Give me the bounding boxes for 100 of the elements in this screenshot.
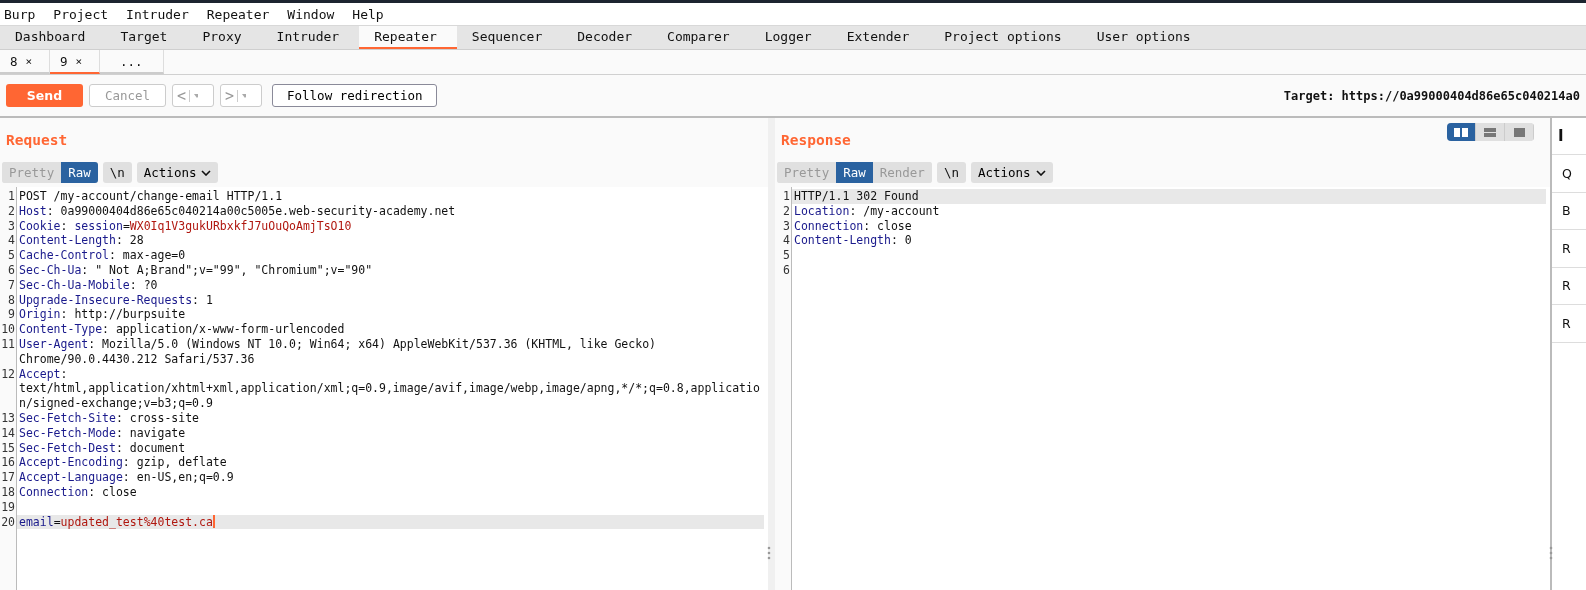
actions-button[interactable]: Actions [136,162,219,183]
line-number: 17 [0,470,16,485]
line-number: 4 [7,233,16,249]
code-line: Sec-Fetch-Dest: document [19,440,186,455]
line-number: 10 [0,322,16,337]
line-number: 5 [782,248,791,263]
line-number: 12 [0,366,16,382]
line-number: 8 [7,292,16,308]
tool-tab[interactable]: Intruder [261,26,360,49]
actions-button[interactable]: Actions [970,162,1053,183]
single-pane-icon [1513,127,1525,137]
code-line: Upgrade-Insecure-Requests: 1 [19,292,213,307]
tool-tab[interactable]: Proxy [187,26,262,49]
line-number: 2 [782,203,791,219]
code-line: Sec-Fetch-Site: cross-site [19,410,200,425]
code-line: Chrome/90.0.4430.212 Safari/537.36 [19,351,255,366]
code-line: Host: 0a99000404d86e65c040214a00c5005e.web-security-academy.net [19,203,456,218]
tool-tab[interactable]: Sequencer [456,26,563,49]
line-number: 19 [0,499,16,515]
target-label: Target: https://0a99000404d86e65c040214a0 [1283,88,1580,103]
code-line: POST /my-account/change-email HTTP/1.1 [19,189,283,203]
line-number: 7 [7,277,16,293]
line-number: 9 [7,307,16,323]
code-line: Content-Length: 28 [19,233,144,248]
tool-tab[interactable]: Decoder [562,26,653,49]
follow-redirection-button[interactable]: Follow redirection [272,84,438,107]
tool-tab[interactable]: Dashboard [0,26,106,49]
inspector-item[interactable]: R [1552,230,1586,268]
panel-title: Request [6,132,68,150]
code-line: Cookie: session=WX0Iq1V3gukURbxkfJ7uOuQoAmjTsO10 [19,218,352,233]
menu-item[interactable]: Help [350,6,386,22]
tool-tab[interactable]: Repeater [359,26,457,49]
code-line: Sec-Ch-Ua: " Not A;Brand";v="99", "Chromium";v="90" [19,263,373,277]
code-line: Content-Type: application/x-www-form-urlencoded [19,322,345,337]
code-line: Accept-Language: en-US,en;q=0.9 [19,470,234,485]
code-line: n/signed-exchange;v=b3;q=0.9 [19,396,213,411]
line-number: 1 [782,189,791,204]
code-line: Sec-Fetch-Mode: navigate [19,425,186,440]
inspector-item[interactable]: Q [1552,155,1586,193]
line-number: 14 [0,425,16,441]
code-line: Content-Length: 0 [794,233,912,248]
newline-toggle[interactable]: \n [102,162,132,183]
request-tab[interactable]: 9 × [50,50,100,74]
inspector-title: I [1552,118,1586,155]
line-number: 15 [0,440,16,456]
menu-item[interactable]: Intruder [124,6,191,22]
newline-toggle[interactable]: \n [936,162,966,183]
line-number: 11 [0,336,16,352]
line-number: 2 [7,203,16,219]
code-line: Connection: close [19,484,137,499]
line-number: 5 [7,248,16,263]
code-line: Accept: [19,366,68,381]
tool-tab[interactable]: User options [1081,26,1211,49]
line-number: 6 [7,263,16,278]
tool-tab[interactable]: Target [105,26,188,49]
tool-tab[interactable]: Logger [749,26,832,49]
menu-item[interactable]: Project [51,6,111,22]
code-line: HTTP/1.1 302 Found [794,189,919,203]
tab-label: 8 [10,53,18,69]
layout-button[interactable] [1447,123,1476,141]
tool-tab[interactable]: Extender [831,26,930,49]
code-line: Location: /my-account [794,203,940,218]
view-tab[interactable]: Raw [836,162,873,183]
inspector-item[interactable]: R [1552,305,1586,343]
menu-item[interactable]: Repeater [204,6,272,22]
close-button[interactable]: × [75,54,83,68]
code-line: User-Agent: Mozilla/5.0 (Windows NT 10.0; Win64; x64) AppleWebKit/537.36 (KHTML, like Gecko) [19,336,656,351]
rows-icon [1484,127,1496,137]
line-number: 18 [0,484,16,500]
line-number: 16 [0,455,16,471]
panel-title: Response [781,132,851,150]
close-button[interactable]: × [25,54,33,68]
menu-item[interactable]: Window [285,6,337,22]
request-tab[interactable]: 8 × [0,50,50,74]
code-line: Cache-Control: max-age=0 [19,248,186,263]
inspector-item[interactable]: R [1552,267,1586,305]
line-number: 13 [0,410,16,426]
line-number: 3 [7,218,16,234]
code-line: Accept-Encoding: gzip, deflate [19,455,227,470]
chevron-down-icon [1035,169,1046,176]
code-line: email=updated_test%40test.ca [19,514,213,529]
chevron-down-icon [201,169,212,176]
line-number: 6 [782,263,791,278]
caret-icon [237,89,247,102]
tool-tab[interactable]: Comparer [652,26,750,49]
code-line: Connection: close [794,218,912,233]
tab-label: 9 [60,53,68,69]
code-line: Origin: http://burpsuite [19,307,186,322]
line-number: 1 [7,189,16,204]
view-tab[interactable]: Raw [61,162,98,183]
new-tab-button[interactable]: ... [100,50,164,74]
line-number: 20 [0,514,16,530]
tool-tab[interactable]: Project options [929,26,1082,49]
caret-icon [189,89,199,102]
columns-icon [1454,127,1468,137]
code-line: text/html,application/xhtml+xml,application/xml;q=0.9,image/avif,image/webp,image/apng,*/*;q=0.8,applicatio [19,381,760,396]
line-number: 3 [782,218,791,234]
inspector-item[interactable]: B [1552,192,1586,230]
menu-item[interactable]: Burp [2,6,38,22]
line-number: 4 [782,233,791,249]
